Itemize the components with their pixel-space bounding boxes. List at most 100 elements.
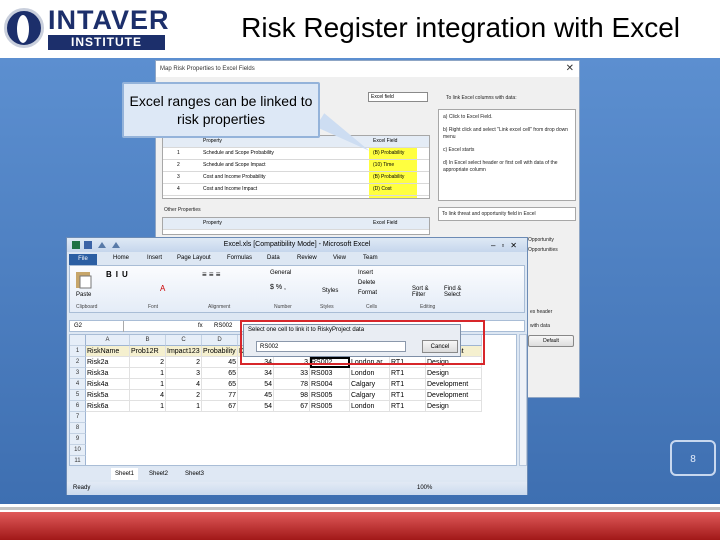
header-cell[interactable]: Impact123 <box>166 346 202 357</box>
table-cell[interactable]: 54 <box>238 401 274 412</box>
quick-access-toolbar[interactable] <box>71 240 133 250</box>
table-cell[interactable]: Development <box>426 390 482 401</box>
table-cell[interactable]: 4 <box>130 390 166 401</box>
font-style-icons[interactable]: BIU <box>106 270 132 279</box>
table-cell[interactable]: Risk5a <box>86 390 130 401</box>
tab-team[interactable]: Team <box>363 252 378 264</box>
row-header[interactable]: 3 <box>70 368 86 379</box>
number-icons[interactable]: $ % , <box>270 284 286 291</box>
table-cell[interactable]: Risk2a <box>86 357 130 368</box>
table-cell[interactable]: 2 <box>130 357 166 368</box>
tab-view[interactable]: View <box>333 252 346 264</box>
table-cell[interactable]: 54 <box>238 379 274 390</box>
styles-label[interactable]: Styles <box>322 288 338 294</box>
paste-icon[interactable] <box>74 270 94 290</box>
delete-cells[interactable]: Delete <box>358 280 375 286</box>
table-cell[interactable]: Risk6a <box>86 401 130 412</box>
table-cell[interactable]: RS005 <box>310 401 350 412</box>
insert-cells[interactable]: Insert <box>358 270 373 276</box>
table-cell[interactable]: 67 <box>274 401 310 412</box>
sort-filter[interactable]: Sort & Filter <box>412 286 442 298</box>
table-cell[interactable]: RT1 <box>390 390 426 401</box>
name-box[interactable]: G2 <box>74 321 124 332</box>
tab-page-layout[interactable]: Page Layout <box>177 252 211 264</box>
table-cell[interactable]: 1 <box>130 379 166 390</box>
zoom-level[interactable]: 100% <box>417 482 432 495</box>
table-cell[interactable]: 33 <box>274 368 310 379</box>
number-format[interactable]: General <box>270 270 291 276</box>
table-cell[interactable]: RT1 <box>390 379 426 390</box>
table-cell[interactable]: London <box>350 368 390 379</box>
alignment-icons[interactable]: ≡ ≡ ≡ <box>202 270 220 279</box>
row-header[interactable]: 11 <box>70 456 86 465</box>
table-cell[interactable]: 65 <box>202 379 238 390</box>
table-cell[interactable]: Design <box>426 368 482 379</box>
table-cell[interactable]: 2 <box>166 390 202 401</box>
row-header[interactable]: 2 <box>70 357 86 368</box>
table-cell[interactable]: 1 <box>130 368 166 379</box>
formula-input[interactable]: RS002 <box>214 321 232 332</box>
tab-insert[interactable]: Insert <box>147 252 162 264</box>
header-cell[interactable]: Probability <box>202 346 238 357</box>
table-cell[interactable]: 3 <box>166 368 202 379</box>
tab-data[interactable]: Data <box>267 252 280 264</box>
table-cell[interactable]: 98 <box>274 390 310 401</box>
table-cell[interactable]: RS005 <box>310 390 350 401</box>
row-header[interactable]: 1 <box>70 346 86 357</box>
table-cell[interactable]: 1 <box>130 401 166 412</box>
tab-review[interactable]: Review <box>297 252 317 264</box>
table-cell[interactable]: Calgary <box>350 390 390 401</box>
table-cell[interactable]: 1 <box>166 401 202 412</box>
column-header[interactable]: C <box>166 335 202 346</box>
table-cell[interactable]: London <box>350 401 390 412</box>
default-button[interactable]: Default <box>528 335 574 347</box>
column-header[interactable]: B <box>130 335 166 346</box>
tab-formulas[interactable]: Formulas <box>227 252 252 264</box>
row-header[interactable]: 4 <box>70 379 86 390</box>
table-cell[interactable]: 4 <box>166 379 202 390</box>
close-icon[interactable]: ✕ <box>566 61 574 77</box>
header-cell[interactable]: Prob12R <box>130 346 166 357</box>
row-header[interactable]: 7 <box>70 412 86 423</box>
tab-home[interactable]: Home <box>113 252 129 264</box>
table-cell[interactable]: 45 <box>238 390 274 401</box>
table-cell[interactable]: 34 <box>238 368 274 379</box>
tab-sheet3[interactable]: Sheet3 <box>185 468 204 480</box>
find-select[interactable]: Find & Select <box>444 286 474 298</box>
header-cell[interactable]: RiskName <box>86 346 130 357</box>
table-cell[interactable]: RS004 <box>310 379 350 390</box>
vertical-scrollbar[interactable] <box>519 334 527 466</box>
table-cell[interactable]: Design <box>426 401 482 412</box>
table-cell[interactable]: RT1 <box>390 368 426 379</box>
select-all-corner[interactable] <box>70 335 86 346</box>
column-header[interactable]: A <box>86 335 130 346</box>
row-header[interactable]: 6 <box>70 401 86 412</box>
table-cell[interactable]: Risk4a <box>86 379 130 390</box>
window-controls[interactable]: –▫✕ <box>491 239 523 253</box>
font-color-icon[interactable]: A <box>160 284 165 293</box>
table-cell[interactable]: RS003 <box>310 368 350 379</box>
column-header[interactable]: D <box>202 335 238 346</box>
table-cell[interactable]: Calgary <box>350 379 390 390</box>
grid-row[interactable]: 2 Schedule and Scope Impact (10) Time <box>163 160 429 172</box>
table-cell[interactable]: Risk3a <box>86 368 130 379</box>
table-cell[interactable]: 77 <box>202 390 238 401</box>
format-cells[interactable]: Format <box>358 290 377 296</box>
table-cell[interactable]: Development <box>426 379 482 390</box>
excel-field-combo[interactable]: Excel field <box>368 92 428 102</box>
tab-sheet2[interactable]: Sheet2 <box>149 468 168 480</box>
row-header[interactable]: 9 <box>70 434 86 445</box>
grid-row[interactable]: 3 Cost and Income Probability (B) Probab… <box>163 172 429 184</box>
grid-row[interactable]: 4 Cost and Income Impact (D) Cost <box>163 184 429 196</box>
tab-sheet1[interactable]: Sheet1 <box>111 468 139 480</box>
row-header[interactable]: 5 <box>70 390 86 401</box>
row-header[interactable]: 10 <box>70 445 86 456</box>
table-cell[interactable]: 67 <box>202 401 238 412</box>
table-cell[interactable]: RT1 <box>390 401 426 412</box>
table-cell[interactable]: 78 <box>274 379 310 390</box>
grid-row[interactable]: 1 Schedule and Scope Probability (B) Pro… <box>163 148 429 160</box>
table-cell[interactable]: 65 <box>202 368 238 379</box>
table-cell[interactable]: 45 <box>202 357 238 368</box>
row-header[interactable]: 8 <box>70 423 86 434</box>
table-cell[interactable]: 2 <box>166 357 202 368</box>
